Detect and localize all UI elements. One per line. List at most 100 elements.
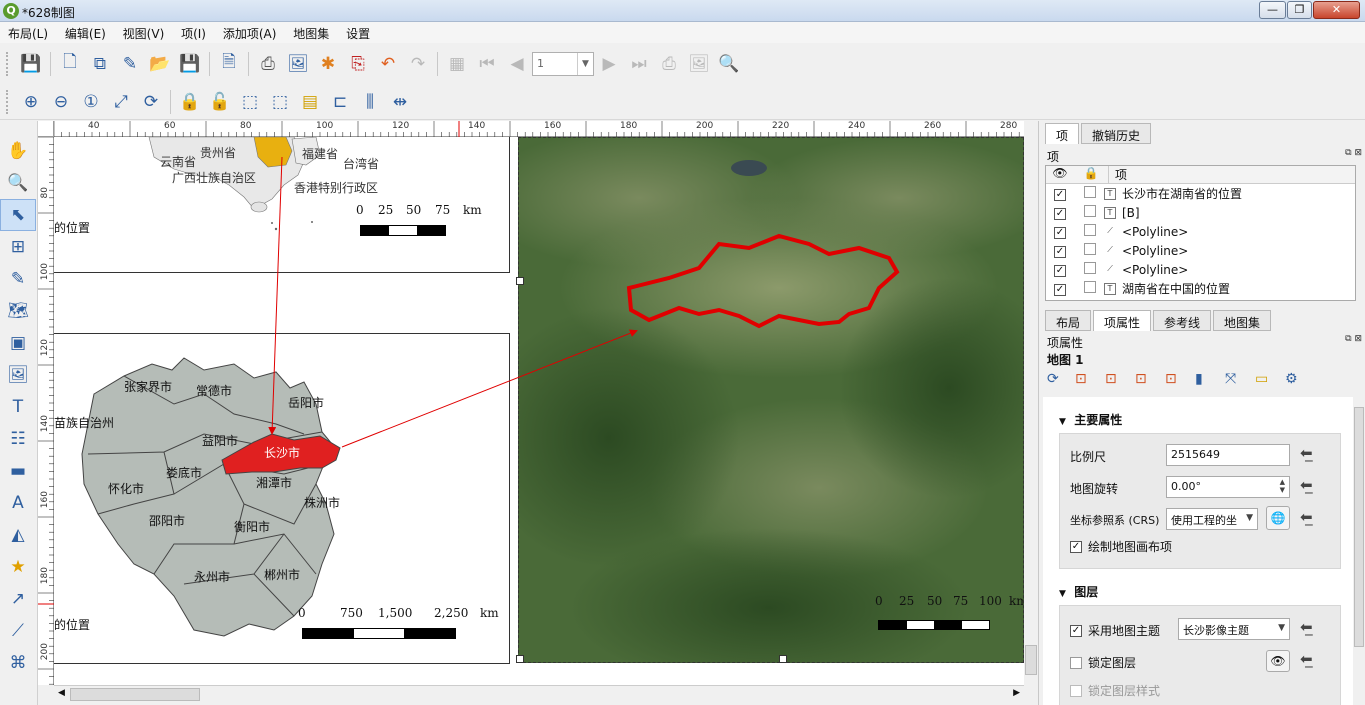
- list-item[interactable]: ✓ ⟋ <Polyline>: [1046, 222, 1355, 241]
- close-button[interactable]: ✕: [1313, 1, 1360, 19]
- export-svg-icon[interactable]: ✱: [313, 49, 343, 79]
- list-item[interactable]: ✓ ⟋ <Polyline>: [1046, 260, 1355, 279]
- add-arrow-icon[interactable]: ↗: [0, 583, 36, 615]
- export-pdf-icon[interactable]: ⎘: [343, 49, 373, 79]
- export-atlas-icon[interactable]: 🖼: [684, 49, 714, 79]
- next-feature-icon[interactable]: ▶: [594, 49, 624, 79]
- view-extent-icon[interactable]: ⊡: [1105, 371, 1131, 387]
- list-item[interactable]: ✓ T 长沙市在湖南省的位置: [1046, 184, 1355, 203]
- scroll-left-icon[interactable]: ◀: [58, 688, 65, 698]
- view-bookmark-icon[interactable]: ⊡: [1165, 371, 1191, 387]
- export-image-icon[interactable]: 🖼: [283, 49, 313, 79]
- unlock-items-icon[interactable]: 🔓: [205, 87, 235, 117]
- zoom-out-icon[interactable]: ⊖: [46, 87, 76, 117]
- list-item[interactable]: ✓ ⟋ <Polyline>: [1046, 241, 1355, 260]
- main-properties-section[interactable]: ▼ 主要属性: [1059, 411, 1122, 428]
- label-settings-icon[interactable]: ▭: [1255, 371, 1281, 387]
- add-html-icon[interactable]: ⌘: [0, 647, 36, 679]
- tab-undo-history[interactable]: 撤销历史: [1081, 123, 1152, 144]
- follow-theme-row[interactable]: ✓ 采用地图主题: [1070, 622, 1160, 639]
- visible-checkbox[interactable]: ✓: [1054, 284, 1066, 296]
- data-defined-override-icon[interactable]: ⬅̲: [1300, 650, 1313, 668]
- chevron-down-icon[interactable]: ▼: [1278, 623, 1285, 633]
- chevron-down-icon[interactable]: ▼: [1246, 513, 1253, 523]
- add-3d-map-icon[interactable]: ▣: [0, 327, 36, 359]
- print-icon[interactable]: ⎙: [253, 49, 283, 79]
- menu-view[interactable]: 视图(V): [115, 22, 170, 42]
- resize-items-icon[interactable]: ⇹: [385, 87, 415, 117]
- ungroup-items-icon[interactable]: ⬚: [265, 87, 295, 117]
- add-north-arrow-icon[interactable]: A: [0, 487, 36, 519]
- redo-icon[interactable]: ↷: [403, 49, 433, 79]
- lock-checkbox[interactable]: [1084, 262, 1096, 274]
- zoom-extent-icon[interactable]: ⤧: [1225, 371, 1251, 387]
- layers-section[interactable]: ▼ 图层: [1059, 583, 1098, 600]
- data-defined-override-icon[interactable]: ⬅̲: [1300, 618, 1313, 636]
- follow-theme-checkbox[interactable]: ✓: [1070, 624, 1082, 637]
- refresh-icon[interactable]: ⟳: [136, 87, 166, 117]
- set-extent-icon[interactable]: ⊡: [1075, 371, 1101, 387]
- maximize-button[interactable]: ❐: [1287, 1, 1312, 19]
- add-map-icon[interactable]: 🗺: [0, 295, 36, 327]
- properties-scroll-area[interactable]: ▼ 主要属性 比例尺 2515649 ⬅̲ 地图旋转 0.00° ▲ ▼ ⬅̲ 坐标…: [1043, 397, 1353, 705]
- lock-checkbox[interactable]: [1084, 281, 1096, 293]
- scroll-right-icon[interactable]: ▶: [1013, 688, 1020, 698]
- lock-checkbox[interactable]: [1084, 224, 1096, 236]
- zoom-in-icon[interactable]: ⊕: [16, 87, 46, 117]
- open-template-icon[interactable]: 📂: [145, 49, 175, 79]
- interactive-edit-icon[interactable]: ▮: [1195, 371, 1221, 387]
- vertical-ruler[interactable]: 80 100 120 140 160 180 200: [38, 136, 54, 685]
- last-feature-icon[interactable]: ⏭: [624, 49, 654, 79]
- first-feature-icon[interactable]: ⏮: [472, 49, 502, 79]
- resize-handle[interactable]: [779, 655, 787, 663]
- lock-layers-checkbox[interactable]: [1070, 656, 1082, 669]
- menu-edit[interactable]: 编辑(E): [57, 22, 111, 42]
- data-defined-override-icon[interactable]: ⬅̲: [1300, 476, 1313, 494]
- page-setup-icon[interactable]: 🗎: [214, 49, 244, 79]
- layout-manager-icon[interactable]: ✎: [115, 49, 145, 79]
- horizontal-scrollbar[interactable]: ◀ ▶: [54, 685, 1024, 703]
- data-defined-override-icon[interactable]: ⬅̲: [1300, 444, 1313, 462]
- save-template-icon[interactable]: 💾: [175, 49, 205, 79]
- menu-items[interactable]: 项(I): [173, 22, 211, 42]
- update-preview-icon[interactable]: ⟳: [1047, 371, 1071, 387]
- distribute-items-icon[interactable]: ⫼: [355, 87, 385, 117]
- toolbar-grip[interactable]: [6, 51, 10, 76]
- list-item[interactable]: ✓ T 湖南省在中国的位置: [1046, 279, 1355, 298]
- tab-layout[interactable]: 布局: [1045, 310, 1092, 331]
- tab-items[interactable]: 项: [1045, 123, 1080, 144]
- clipping-settings-icon[interactable]: ⚙: [1285, 371, 1311, 387]
- menu-layout[interactable]: 布局(L): [0, 22, 53, 42]
- raise-items-icon[interactable]: ▤: [295, 87, 325, 117]
- lock-styles-row[interactable]: 锁定图层样式: [1070, 682, 1160, 699]
- add-label-icon[interactable]: T: [0, 391, 36, 423]
- zoom-actual-icon[interactable]: ①: [76, 87, 106, 117]
- crs-select[interactable]: 使用工程的坐 ▼: [1166, 508, 1258, 530]
- resize-handle[interactable]: [516, 277, 524, 285]
- add-legend-icon[interactable]: ☷: [0, 423, 36, 455]
- overview-map-frame[interactable]: 云南省 贵州省 福建省 台湾省 广西壮族自治区 香港特别行政区 0 25 50 …: [54, 137, 510, 273]
- visible-checkbox[interactable]: ✓: [1054, 265, 1066, 277]
- select-crs-icon[interactable]: 🌐: [1266, 506, 1290, 530]
- panel-float-close-icon[interactable]: ⧉ ⊠: [1345, 334, 1362, 344]
- atlas-settings-icon[interactable]: 🔍: [714, 49, 744, 79]
- vertical-scrollbar[interactable]: [1024, 137, 1038, 685]
- scale-input[interactable]: 2515649: [1166, 444, 1290, 466]
- add-node-item-icon[interactable]: ⟋: [0, 615, 36, 647]
- duplicate-layout-icon[interactable]: ⧉: [85, 49, 115, 79]
- eye-icon[interactable]: 👁: [1266, 650, 1290, 672]
- rotation-spinbox[interactable]: 0.00° ▲ ▼: [1166, 476, 1290, 498]
- lock-checkbox[interactable]: [1084, 205, 1096, 217]
- chevron-down-icon[interactable]: ▼: [577, 52, 593, 75]
- add-scalebar-icon[interactable]: ▬: [0, 455, 36, 487]
- save-icon[interactable]: 💾: [16, 49, 46, 79]
- align-items-icon[interactable]: ⊏: [325, 87, 355, 117]
- lock-checkbox[interactable]: [1084, 243, 1096, 255]
- lock-styles-checkbox[interactable]: [1070, 684, 1082, 697]
- layout-canvas[interactable]: 云南省 贵州省 福建省 台湾省 广西壮族自治区 香港特别行政区 0 25 50 …: [54, 137, 1024, 685]
- add-picture-icon[interactable]: 🖼: [0, 359, 36, 391]
- visible-checkbox[interactable]: ✓: [1054, 208, 1066, 220]
- add-marker-icon[interactable]: ★: [0, 551, 36, 583]
- minimize-button[interactable]: —: [1259, 1, 1286, 19]
- zoom-tool-icon[interactable]: 🔍: [0, 167, 36, 199]
